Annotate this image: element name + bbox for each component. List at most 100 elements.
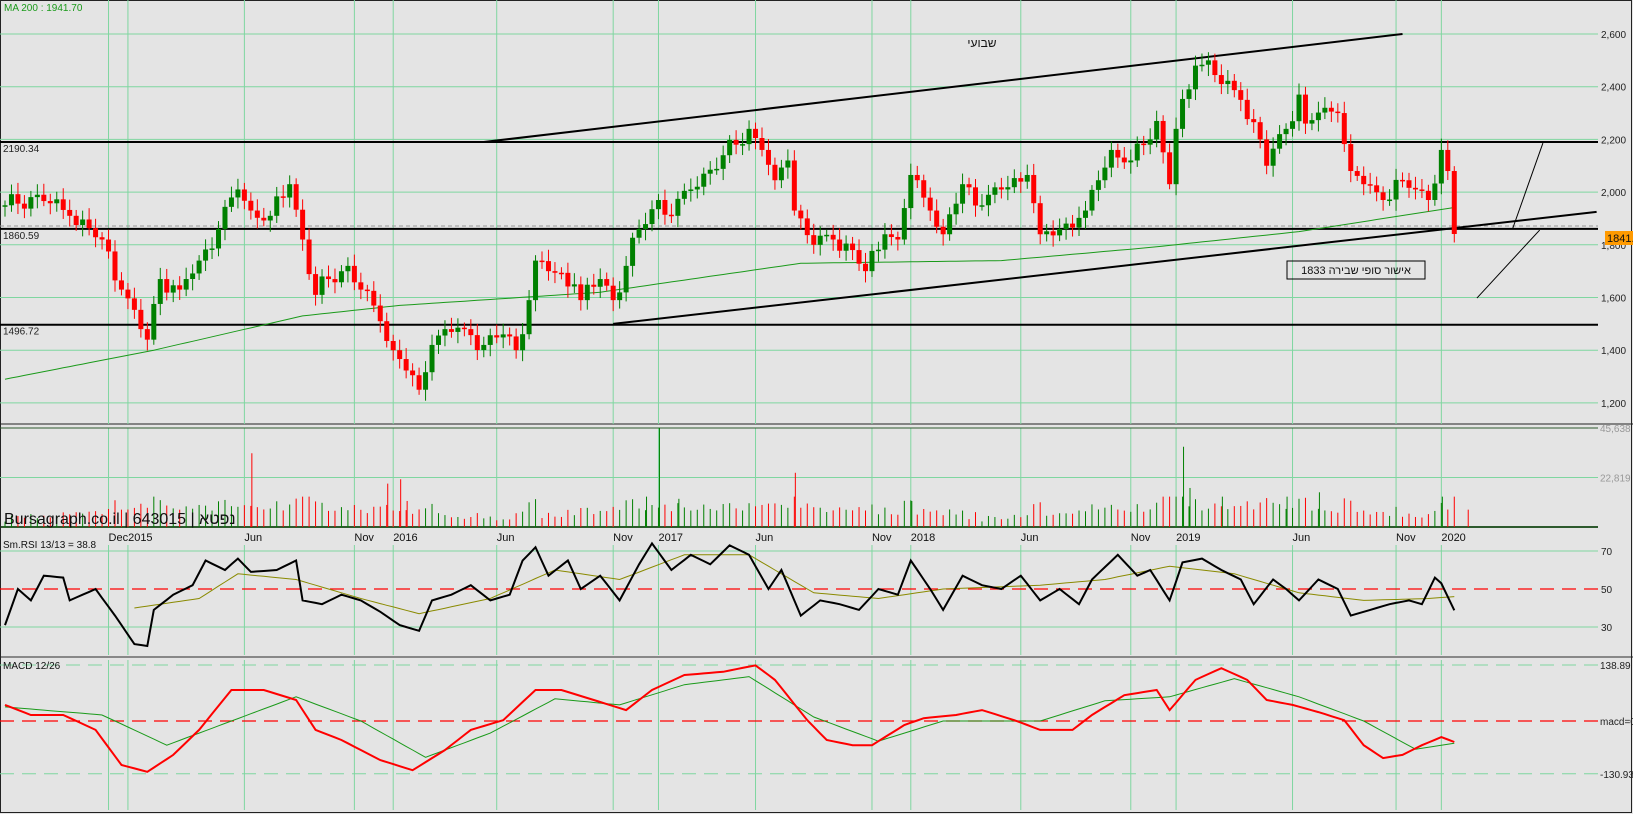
candle-body (293, 184, 299, 210)
candle-body (371, 290, 377, 306)
candle-body (209, 248, 215, 250)
candle-body (131, 298, 137, 310)
candle-body (552, 271, 558, 273)
candle-body (1160, 120, 1166, 153)
candle-body (520, 334, 526, 351)
candle-body (1251, 119, 1257, 123)
candle-body (914, 174, 920, 181)
candle-body (47, 201, 53, 204)
candle-body (1425, 190, 1431, 201)
date-tick-label: Nov (613, 532, 633, 544)
candle-body (804, 218, 810, 236)
candle-body (468, 329, 474, 336)
candle-body (151, 303, 157, 340)
date-tick-label: 2018 (911, 532, 935, 544)
candle-body (901, 208, 907, 240)
candle-body (196, 260, 202, 274)
last-price-value: 1841.0 (1607, 233, 1633, 245)
candle-body (798, 210, 804, 219)
candle-body (837, 239, 843, 251)
candle-body (655, 200, 661, 210)
candle-body (953, 203, 959, 215)
candle-body (442, 329, 448, 336)
stock-chart: שבועי אישור סופי שבירה 1833 Dec2015 Jun Nov… (0, 0, 1633, 814)
candle-body (338, 271, 344, 283)
candle-body (144, 329, 150, 340)
price-tick-label: 1,400 (1601, 346, 1626, 357)
candle-body (811, 235, 817, 245)
price-tick-label: 1,600 (1601, 294, 1626, 305)
candle-body (778, 167, 784, 181)
date-tick-label: Jun (244, 532, 262, 544)
candle-body (908, 174, 914, 209)
candle-body (1121, 157, 1127, 163)
candle-body (843, 243, 849, 251)
candle-body (1192, 65, 1198, 90)
weekly-annotation: שבועי (967, 36, 996, 50)
candle-body (973, 187, 978, 206)
candle-body (947, 214, 953, 235)
candle-body (1290, 121, 1296, 129)
date-tick-label: Jun (1021, 532, 1039, 544)
rsi-tick-label: 50 (1601, 585, 1613, 596)
candle-body (177, 285, 183, 290)
candle-body (1141, 143, 1147, 146)
candle-body (1264, 139, 1270, 166)
candle-body (720, 155, 726, 169)
candle-body (487, 335, 493, 345)
candle-body (1367, 184, 1373, 186)
candle-body (1199, 64, 1205, 67)
candle-body (455, 327, 461, 332)
candle-body (869, 250, 875, 272)
date-tick-label: Jun (497, 532, 515, 544)
candle-body (410, 370, 416, 376)
candle-body (157, 279, 163, 304)
candle-body (60, 199, 66, 210)
date-tick-label: Nov (354, 532, 374, 544)
candle-body (364, 289, 370, 292)
candle-body (604, 279, 610, 286)
candle-body (164, 279, 170, 293)
candle-body (183, 279, 189, 290)
horizontal-level-label: 1496.72 (3, 327, 40, 338)
candle-body (1218, 75, 1224, 85)
candle-body (8, 194, 14, 206)
candle-body (597, 279, 603, 287)
date-tick-label: 2019 (1176, 532, 1200, 544)
candle-body (138, 309, 144, 330)
ma200-label: MA 200 : 1941.70 (4, 3, 83, 14)
candle-body (125, 289, 131, 299)
date-tick-label: Jun (1293, 532, 1311, 544)
candle-body (1348, 144, 1354, 172)
candle-body (746, 128, 752, 145)
candle-body (300, 209, 306, 240)
candle-body (99, 237, 105, 240)
candle-body (1283, 128, 1289, 135)
candle-body (772, 164, 778, 181)
candle-body (93, 228, 99, 238)
candle-body (591, 284, 597, 287)
candle-body (856, 250, 862, 264)
candle-body (545, 261, 551, 272)
candle-body (1057, 228, 1063, 236)
candle-body (558, 272, 564, 275)
candle-body (1128, 160, 1134, 163)
macd-tick-label: -130.93 (1600, 770, 1633, 781)
rsi-label: Sm.RSI 13/13 = 38.8 (3, 540, 97, 551)
candle-body (1180, 98, 1186, 129)
candle-body (1134, 143, 1140, 161)
candle-body (1186, 89, 1192, 99)
macd-label: MACD 12/26 (3, 661, 61, 672)
candle-body (966, 184, 972, 188)
candle-body (15, 194, 21, 204)
candle-body (1380, 192, 1386, 201)
candle-body (416, 375, 422, 390)
candle-body (228, 197, 234, 207)
candle-body (86, 219, 92, 229)
date-tick-label: 2017 (658, 532, 682, 544)
candle-body (73, 215, 79, 226)
price-tick-label: 2,000 (1601, 188, 1626, 199)
candle-body (759, 138, 765, 150)
candle-body (740, 144, 746, 146)
candle-body (643, 224, 649, 229)
